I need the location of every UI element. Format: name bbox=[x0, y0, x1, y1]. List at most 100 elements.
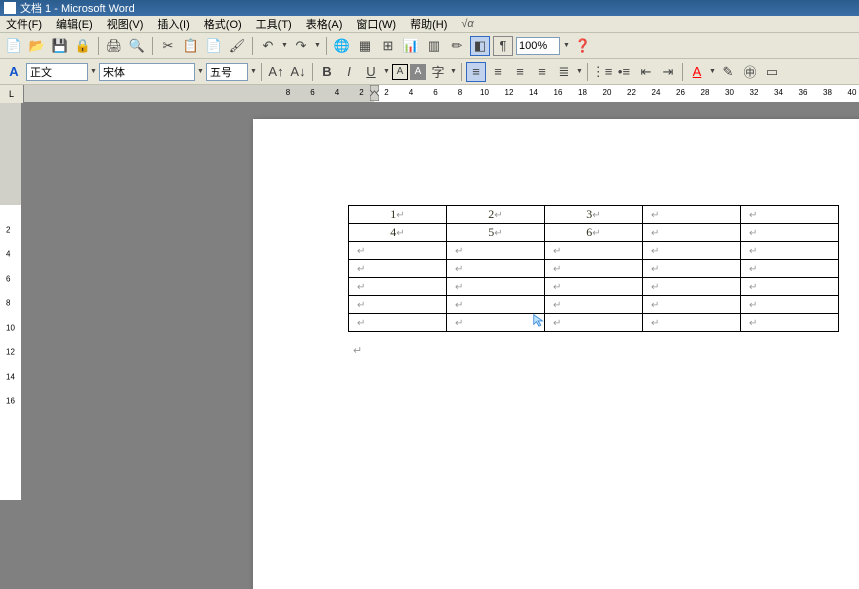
size-combo[interactable]: 五号 bbox=[206, 63, 248, 81]
redo-button[interactable]: ↷ bbox=[291, 36, 311, 56]
cut-button[interactable]: ✂ bbox=[158, 36, 178, 56]
table-cell[interactable]: ↵ bbox=[741, 224, 839, 242]
save-button[interactable]: 💾 bbox=[50, 36, 70, 56]
align-center-button[interactable]: ≡ bbox=[488, 62, 508, 82]
insert-excel-button[interactable]: 📊 bbox=[401, 36, 421, 56]
horizontal-ruler[interactable]: 8642246810121416182022242628303234363840 bbox=[24, 85, 859, 102]
char-border-button[interactable]: A bbox=[392, 64, 408, 80]
grow-font-button[interactable]: A↑ bbox=[266, 62, 286, 82]
columns-button[interactable]: ▥ bbox=[424, 36, 444, 56]
bullets-button[interactable]: •≡ bbox=[614, 62, 634, 82]
bold-button[interactable]: B bbox=[317, 62, 337, 82]
table-row[interactable]: ↵↵↵↵↵ bbox=[349, 260, 839, 278]
table-cell[interactable]: ↵ bbox=[741, 242, 839, 260]
table-cell[interactable]: ↵ bbox=[349, 314, 447, 332]
table-cell[interactable]: ↵ bbox=[643, 206, 741, 224]
table-cell[interactable]: 6↵ bbox=[545, 224, 643, 242]
align-right-button[interactable]: ≡ bbox=[510, 62, 530, 82]
style-combo[interactable]: 正文 bbox=[26, 63, 88, 81]
table-cell[interactable]: ↵ bbox=[349, 278, 447, 296]
table-cell[interactable]: 3↵ bbox=[545, 206, 643, 224]
shrink-font-button[interactable]: A↓ bbox=[288, 62, 308, 82]
table-cell[interactable]: ↵ bbox=[447, 242, 545, 260]
table-cell[interactable]: ↵ bbox=[545, 278, 643, 296]
show-hide-button[interactable]: ¶ bbox=[493, 36, 513, 56]
font-combo[interactable]: 宋体 bbox=[99, 63, 195, 81]
table-cell[interactable]: ↵ bbox=[643, 278, 741, 296]
table-cell[interactable]: ↵ bbox=[447, 260, 545, 278]
open-button[interactable]: 📂 bbox=[27, 36, 47, 56]
zoom-dropdown[interactable]: ▼ bbox=[563, 36, 570, 56]
size-dropdown[interactable]: ▼ bbox=[250, 62, 257, 82]
table-cell[interactable]: ↵ bbox=[741, 278, 839, 296]
table-row[interactable]: ↵↵↵↵↵ bbox=[349, 296, 839, 314]
asian-layout-button[interactable]: ㊥ bbox=[740, 62, 760, 82]
table-row[interactable]: ↵↵↵↵↵ bbox=[349, 314, 839, 332]
table-cell[interactable]: ↵ bbox=[545, 296, 643, 314]
print-preview-button[interactable]: 🔍 bbox=[127, 36, 147, 56]
document-page[interactable]: 1↵2↵3↵↵↵4↵5↵6↵↵↵↵↵↵↵↵↵↵↵↵↵↵↵↵↵↵↵↵↵↵↵↵↵↵↵… bbox=[253, 119, 859, 589]
table-cell[interactable]: ↵ bbox=[545, 260, 643, 278]
table-cell[interactable]: ↵ bbox=[643, 224, 741, 242]
decrease-indent-button[interactable]: ⇤ bbox=[636, 62, 656, 82]
table-cell[interactable]: 1↵ bbox=[349, 206, 447, 224]
font-dropdown[interactable]: ▼ bbox=[197, 62, 204, 82]
indent-marker[interactable] bbox=[370, 85, 379, 101]
tab-selector[interactable]: L bbox=[0, 85, 24, 103]
menu-table[interactable]: 表格(A) bbox=[306, 16, 343, 32]
table-cell[interactable]: ↵ bbox=[741, 260, 839, 278]
table-cell[interactable]: 2↵ bbox=[447, 206, 545, 224]
copy-button[interactable]: 📋 bbox=[181, 36, 201, 56]
document-table[interactable]: 1↵2↵3↵↵↵4↵5↵6↵↵↵↵↵↵↵↵↵↵↵↵↵↵↵↵↵↵↵↵↵↵↵↵↵↵↵… bbox=[348, 205, 839, 332]
undo-dropdown[interactable]: ▼ bbox=[281, 36, 288, 56]
table-cell[interactable]: ↵ bbox=[643, 260, 741, 278]
font-color-dropdown[interactable]: ▼ bbox=[709, 62, 716, 82]
table-row[interactable]: 1↵2↵3↵↵↵ bbox=[349, 206, 839, 224]
print-button[interactable]: 🖨 bbox=[104, 36, 124, 56]
table-row[interactable]: ↵↵↵↵↵ bbox=[349, 242, 839, 260]
table-cell[interactable]: ↵ bbox=[741, 296, 839, 314]
font-color-button[interactable]: A bbox=[687, 62, 707, 82]
reading-layout-button[interactable]: ▭ bbox=[762, 62, 782, 82]
menu-help[interactable]: 帮助(H) bbox=[410, 16, 447, 32]
table-cell[interactable]: ↵ bbox=[741, 206, 839, 224]
table-row[interactable]: ↵↵↵↵↵ bbox=[349, 278, 839, 296]
styles-pane-button[interactable]: A bbox=[4, 62, 24, 82]
highlight-button[interactable]: ✎ bbox=[718, 62, 738, 82]
paste-button[interactable]: 📄 bbox=[204, 36, 224, 56]
menu-edit[interactable]: 编辑(E) bbox=[56, 16, 93, 32]
menu-format[interactable]: 格式(O) bbox=[204, 16, 242, 32]
undo-button[interactable]: ↶ bbox=[258, 36, 278, 56]
phonetic-dropdown[interactable]: ▼ bbox=[450, 62, 457, 82]
table-cell[interactable]: ↵ bbox=[349, 260, 447, 278]
menu-insert[interactable]: 插入(I) bbox=[157, 16, 189, 32]
menu-tools[interactable]: 工具(T) bbox=[256, 16, 292, 32]
char-shading-button[interactable]: A bbox=[410, 64, 426, 80]
distribute-button[interactable]: ≣ bbox=[554, 62, 574, 82]
zoom-combo[interactable]: 100% bbox=[516, 37, 560, 55]
hyperlink-button[interactable]: 🌐 bbox=[332, 36, 352, 56]
menu-window[interactable]: 窗口(W) bbox=[356, 16, 396, 32]
help-button[interactable]: ❓ bbox=[573, 36, 593, 56]
document-map-button[interactable]: ◧ bbox=[470, 36, 490, 56]
justify-button[interactable]: ≡ bbox=[532, 62, 552, 82]
table-cell[interactable]: 4↵ bbox=[349, 224, 447, 242]
table-cell[interactable]: 5↵ bbox=[447, 224, 545, 242]
italic-button[interactable]: I bbox=[339, 62, 359, 82]
underline-button[interactable]: U bbox=[361, 62, 381, 82]
phonetic-button[interactable]: 字 bbox=[428, 62, 448, 82]
table-cell[interactable]: ↵ bbox=[349, 242, 447, 260]
drawing-button[interactable]: ✏ bbox=[447, 36, 467, 56]
table-cell[interactable]: ↵ bbox=[643, 242, 741, 260]
table-cell[interactable]: ↵ bbox=[349, 296, 447, 314]
table-cell[interactable]: ↵ bbox=[447, 296, 545, 314]
redo-dropdown[interactable]: ▼ bbox=[314, 36, 321, 56]
table-cell[interactable]: ↵ bbox=[545, 242, 643, 260]
underline-dropdown[interactable]: ▼ bbox=[383, 62, 390, 82]
table-cell[interactable]: ↵ bbox=[447, 314, 545, 332]
increase-indent-button[interactable]: ⇥ bbox=[658, 62, 678, 82]
style-dropdown[interactable]: ▼ bbox=[90, 62, 97, 82]
menu-file[interactable]: 文件(F) bbox=[6, 16, 42, 32]
format-painter-button[interactable]: 🖌 bbox=[227, 36, 247, 56]
table-cell[interactable]: ↵ bbox=[643, 314, 741, 332]
